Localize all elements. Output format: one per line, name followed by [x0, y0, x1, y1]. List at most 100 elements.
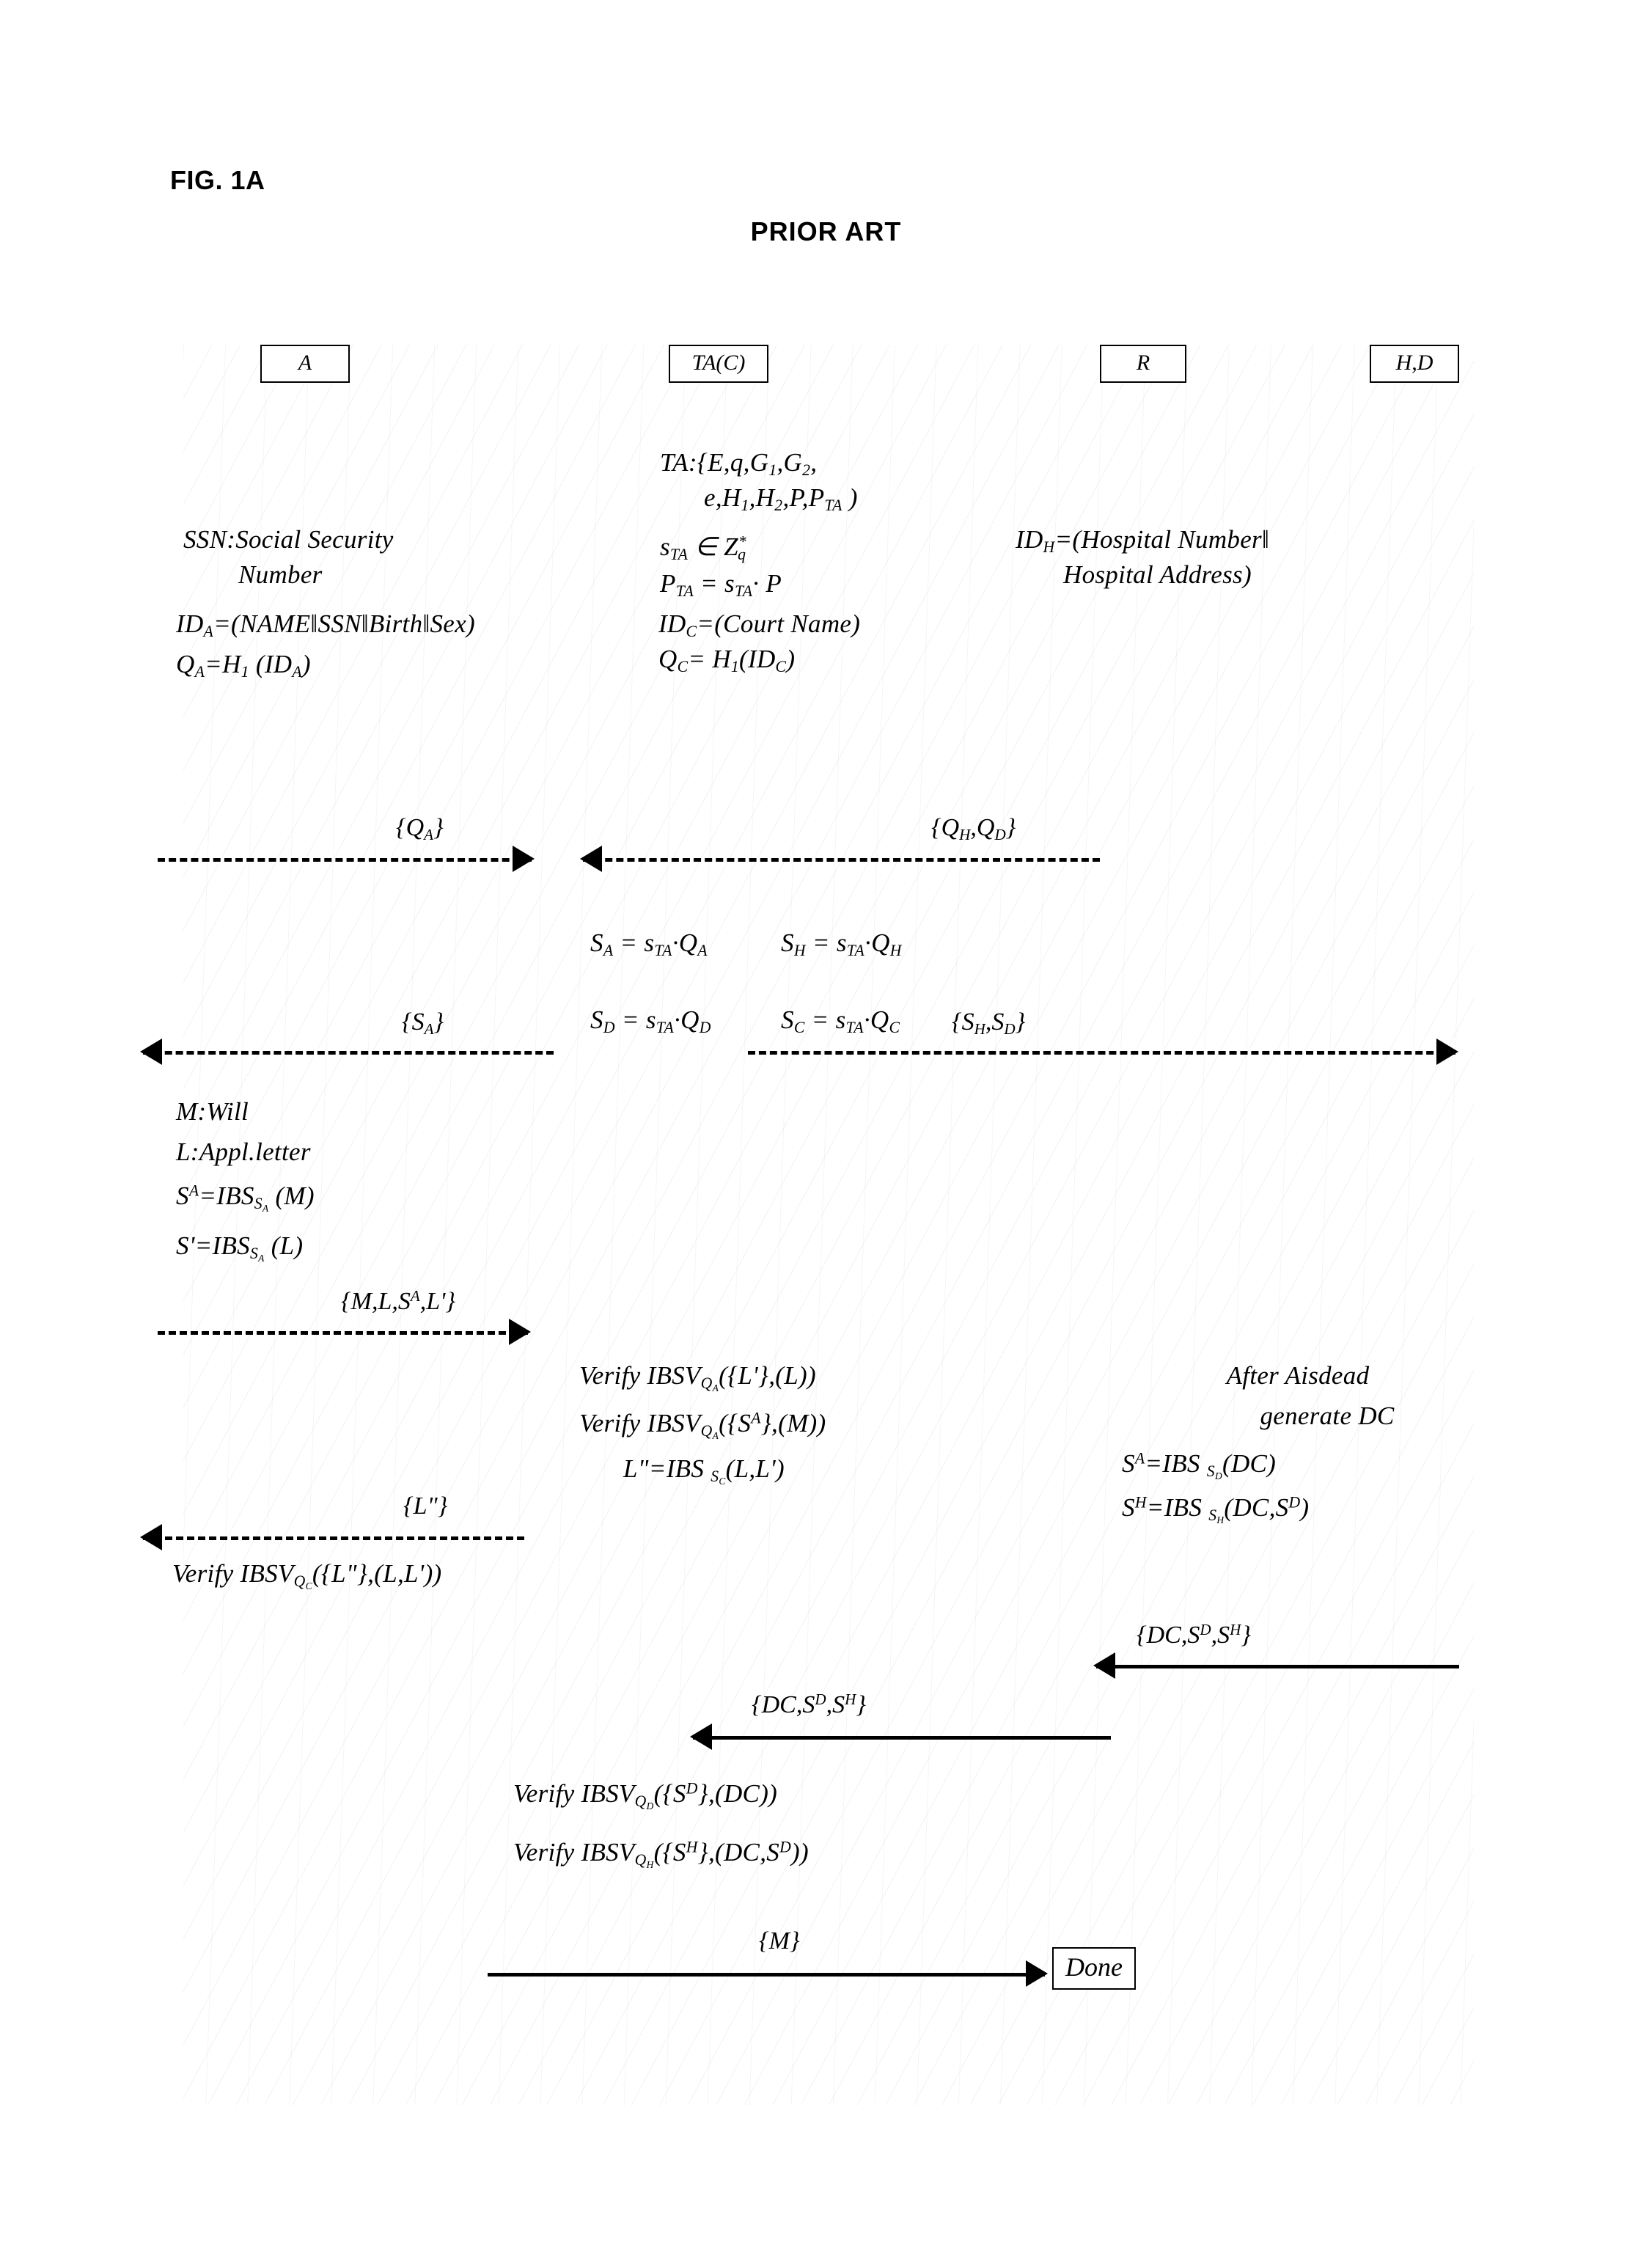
arrow-line	[1096, 1665, 1459, 1668]
ta-compute-sc: SC = sTA·QC	[781, 1005, 900, 1038]
done-label: Done	[1065, 1952, 1123, 1982]
arrow-head-right	[509, 1319, 531, 1345]
arrow-line	[583, 858, 1100, 862]
message-m-text: {M}	[759, 1927, 800, 1955]
ta-verify-sh-text: Verify IBSVQH({SH},(DC,SD))	[513, 1838, 809, 1870]
ta-sign-ldouble-text: L"=IBS SC(L,L')	[623, 1454, 785, 1487]
ta-verify-sa-text: Verify IBSVQA({SA},(M))	[579, 1409, 826, 1441]
arrow-line	[693, 1736, 1111, 1740]
a-verify-ldouble: Verify IBSVQC({L"},(L,L'))	[172, 1558, 442, 1592]
message-shsd-text: {SH,SD}	[952, 1008, 1026, 1038]
message-label-mlsal: {M,L,SA,L'}	[341, 1287, 455, 1316]
ta-public-key-text: PTA = sTA· P	[660, 569, 782, 601]
ta-verify-sd-text: Verify IBSVQD({SD},(DC))	[513, 1779, 778, 1811]
ta-verify-sh: Verify IBSVQH({SH},(DC,SD))	[513, 1837, 809, 1871]
message-sa-text: {SA}	[402, 1008, 444, 1038]
ssn-definition-line1: SSN:Social Security	[183, 525, 394, 554]
arrow-head-right	[1436, 1038, 1458, 1065]
arrow-head-left	[580, 846, 602, 872]
ta-public-key: PTA = sTA· P	[660, 568, 782, 601]
ta-secret-key: sTA ∈ Z*q	[660, 532, 746, 565]
arrow-head-right	[513, 846, 535, 872]
party-label-hd: H,D	[1395, 351, 1433, 375]
ta-sign-ldouble: L"=IBS SC(L,L')	[623, 1454, 785, 1487]
message-mlsal-text: {M,L,SA,L'}	[341, 1287, 456, 1315]
ta-secret-key-text: sTA ∈ Z*q	[660, 532, 747, 564]
ta-compute-sd-text: SD = sTA·QD	[590, 1005, 711, 1037]
ta-compute-sh-text: SH = sTA·QH	[781, 928, 902, 960]
ta-setup-line2-text: e,H1,H2,P,PTA )	[704, 483, 858, 515]
protocol-diagram: A TA(C) R H,D TA:{E,q,G1,G2, e,H1,H2,P,P…	[140, 345, 1474, 2105]
figure-subtitle: PRIOR ART	[750, 216, 902, 246]
arrow-line	[143, 1051, 554, 1055]
message-dc-2-text: {DC,SD,SH}	[752, 1690, 866, 1718]
message-qa-text: {QA}	[396, 814, 444, 843]
ta-verify-sd: Verify IBSVQD({SD},(DC))	[513, 1778, 777, 1812]
message-label-qa: {QA}	[396, 814, 444, 844]
hospital-sign-sd: SA=IBS SD(DC)	[1122, 1448, 1276, 1482]
ta-compute-sd: SD = sTA·QD	[590, 1005, 711, 1038]
ta-setup-line1: TA:{E,q,G1,G2,	[660, 447, 817, 480]
done-box: Done	[1052, 1947, 1136, 1990]
hospital-sign-sh-text: SH=IBS SH(DC,SD)	[1122, 1493, 1310, 1525]
id-h-definition-line1: IDH=(Hospital Number‖	[1016, 524, 1269, 557]
party-box-ta: TA(C)	[669, 345, 768, 383]
after-death-line1: After Aisdead	[1226, 1361, 1370, 1390]
message-ldouble-text: {L"}	[403, 1492, 448, 1520]
arrow-head-right	[1026, 1960, 1048, 1987]
party-label-a: A	[298, 351, 312, 375]
q-a-definition: QA=H1 (IDA)	[176, 649, 311, 682]
id-a-definition: IDA=(NAME‖SSN‖Birth‖Sex)	[176, 609, 475, 642]
hospital-sign-sh: SH=IBS SH(DC,SD)	[1122, 1492, 1309, 1526]
court-qc-text: QC= H1(IDC)	[658, 645, 796, 676]
message-label-dc-1: {DC,SD,SH}	[1137, 1621, 1251, 1649]
message-qhqd-text: {QH,QD}	[931, 814, 1016, 843]
ssn-definition-line2: Number	[238, 560, 323, 589]
arrow-head-left	[140, 1038, 162, 1065]
court-id: IDC=(Court Name)	[658, 609, 860, 642]
ta-compute-sa-text: SA = sTA·QA	[590, 928, 708, 960]
party-box-hd: H,D	[1370, 345, 1459, 383]
signature-sa-on-m-text: SA=IBSSA (M)	[176, 1182, 315, 1214]
message-label-shsd: {SH,SD}	[952, 1008, 1025, 1038]
party-label-ta: TA(C)	[691, 351, 746, 375]
signature-sprime-on-l-text: S'=IBSSA (L)	[176, 1231, 304, 1264]
ta-compute-sa: SA = sTA·QA	[590, 928, 708, 961]
court-id-text: IDC=(Court Name)	[658, 609, 861, 641]
ta-setup-line2: e,H1,H2,P,PTA )	[704, 483, 858, 516]
ta-compute-sh: SH = sTA·QH	[781, 928, 902, 961]
id-h-definition-line2: Hospital Address)	[1063, 560, 1252, 589]
hospital-sign-sd-text: SA=IBS SD(DC)	[1122, 1449, 1277, 1481]
a-verify-ldouble-text: Verify IBSVQC({L"},(L,L'))	[172, 1559, 442, 1591]
figure-page: FIG. 1A PRIOR ART A TA(C) R H,D TA:{E,q,…	[0, 0, 1652, 2242]
message-label-sa: {SA}	[402, 1008, 444, 1038]
ta-setup-line1-text: TA:{E,q,G1,G2,	[660, 448, 818, 480]
arrow-line	[143, 1536, 524, 1540]
arrow-line	[748, 1051, 1455, 1055]
arrow-head-left	[140, 1524, 162, 1550]
arrow-line	[158, 858, 532, 862]
party-label-r: R	[1136, 351, 1150, 375]
party-box-r: R	[1100, 345, 1186, 383]
message-label-m: {M}	[759, 1927, 800, 1955]
message-l-definition: L:Appl.letter	[176, 1138, 311, 1166]
signature-sa-on-m: SA=IBSSA (M)	[176, 1181, 315, 1215]
arrow-head-left	[1093, 1652, 1115, 1679]
figure-number: FIG. 1A	[170, 165, 265, 195]
party-box-a: A	[260, 345, 350, 383]
arrow-line	[488, 1973, 1045, 1977]
ta-verify-lprime: Verify IBSVQA({L'},(L))	[579, 1360, 816, 1394]
message-label-dc-2: {DC,SD,SH}	[752, 1690, 866, 1719]
message-dc-1-text: {DC,SD,SH}	[1137, 1621, 1251, 1649]
message-m-definition: M:Will	[176, 1097, 249, 1126]
q-a-text: QA=H1 (IDA)	[176, 650, 311, 681]
message-label-ldouble: {L"}	[403, 1492, 447, 1520]
after-death-line2: generate DC	[1260, 1402, 1395, 1430]
id-h-text-line1: IDH=(Hospital Number‖	[1016, 525, 1270, 557]
court-qc: QC= H1(IDC)	[658, 644, 795, 677]
arrow-head-left	[690, 1723, 712, 1750]
ta-verify-lprime-text: Verify IBSVQA({L'},(L))	[579, 1361, 816, 1393]
ta-verify-sa: Verify IBSVQA({SA},(M))	[579, 1408, 826, 1442]
message-label-qhqd: {QH,QD}	[931, 814, 1016, 844]
ta-compute-sc-text: SC = sTA·QC	[781, 1005, 900, 1037]
